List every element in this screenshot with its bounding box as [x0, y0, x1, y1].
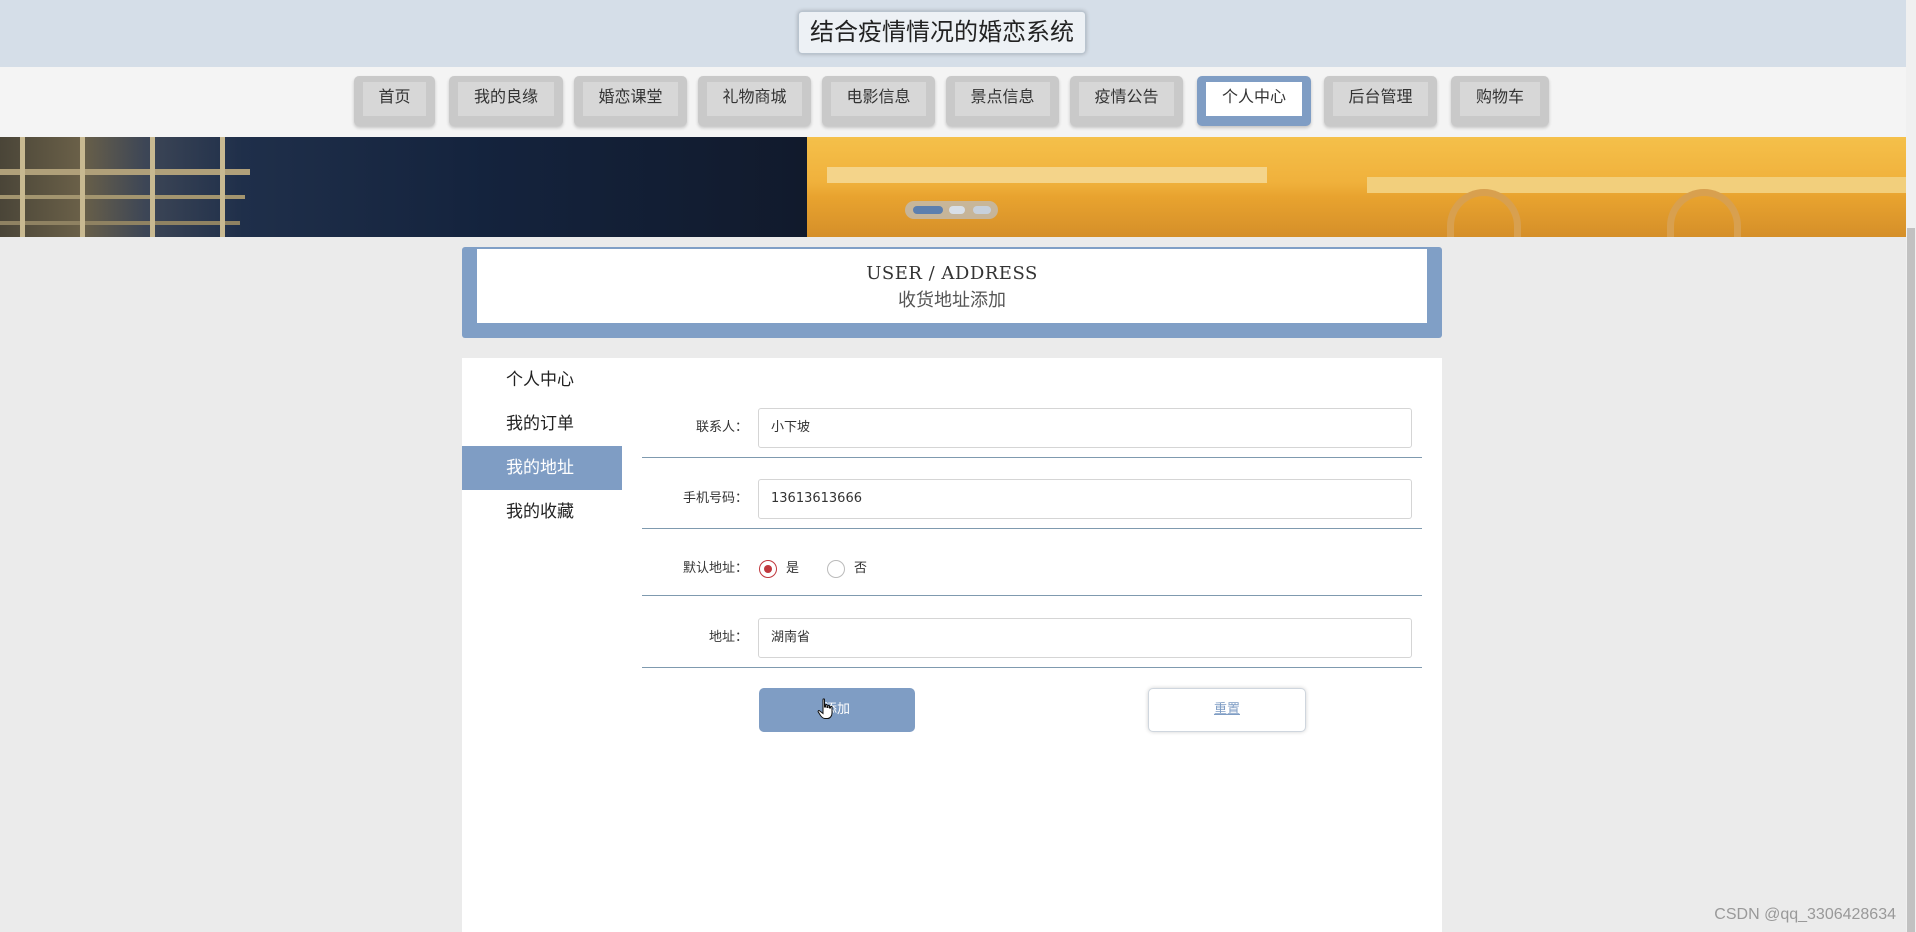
nav-item-attractions[interactable]: 景点信息 — [946, 76, 1059, 126]
default-no-radio[interactable] — [827, 560, 845, 578]
carousel-dot[interactable] — [973, 206, 991, 214]
phone-field[interactable]: 13613613666 — [758, 479, 1412, 519]
contact-field[interactable]: 小下坡 — [758, 408, 1412, 448]
nav-item-announcements[interactable]: 疫情公告 — [1070, 76, 1183, 126]
reset-button[interactable]: 重置 — [1148, 688, 1306, 732]
nav-item-personal-center[interactable]: 个人中心 — [1197, 76, 1311, 126]
form-row-address: 地址： 湖南省 — [642, 618, 1422, 668]
sidebar-item-personal-center[interactable]: 个人中心 — [462, 358, 622, 402]
app-title: 结合疫情情况的婚恋系统 — [798, 11, 1086, 54]
default-label: 默认地址： — [682, 561, 748, 576]
carousel-dot[interactable] — [949, 206, 965, 214]
add-button[interactable]: 添加 — [759, 688, 915, 732]
app-header: 结合疫情情况的婚恋系统 — [0, 0, 1906, 67]
page-scrollbar[interactable] — [1906, 0, 1916, 932]
contact-label: 联系人： — [695, 420, 748, 435]
form-row-phone: 手机号码： 13613613666 — [642, 479, 1422, 529]
nav-item-label: 个人中心 — [1206, 82, 1302, 116]
page-title-panel: USER / ADDRESS 收货地址添加 — [462, 247, 1442, 338]
form-row-contact: 联系人： 小下坡 — [642, 408, 1422, 458]
nav-item-label: 婚恋课堂 — [583, 82, 678, 116]
nav-item-admin[interactable]: 后台管理 — [1324, 76, 1437, 126]
default-yes-radio[interactable] — [759, 560, 777, 578]
carousel-indicators — [905, 201, 998, 219]
nav-item-label: 购物车 — [1460, 82, 1540, 116]
nav-item-label: 疫情公告 — [1079, 82, 1174, 116]
default-no-label: 否 — [854, 561, 868, 576]
default-yes-label: 是 — [786, 561, 800, 576]
banner-image-left — [0, 137, 807, 237]
hand-cursor-icon — [817, 698, 833, 719]
nav-item-gift-shop[interactable]: 礼物商城 — [698, 76, 811, 126]
page-title: 收货地址添加 — [898, 290, 1006, 311]
nav-item-label: 首页 — [363, 82, 426, 116]
watermark: CSDN @qq_3306428634 — [1714, 906, 1896, 923]
nav-item-my-matches[interactable]: 我的良缘 — [449, 76, 563, 126]
address-label: 地址： — [708, 630, 748, 645]
banner-image-right — [807, 137, 1906, 237]
form-row-default: 默认地址： 是 否 — [642, 549, 1422, 596]
nav-item-cart[interactable]: 购物车 — [1451, 76, 1549, 126]
nav-item-courses[interactable]: 婚恋课堂 — [574, 76, 687, 126]
nav-item-home[interactable]: 首页 — [354, 76, 435, 126]
sidebar-item-my-orders[interactable]: 我的订单 — [462, 402, 622, 446]
nav-item-label: 礼物商城 — [707, 82, 802, 116]
sidebar-item-my-favorites[interactable]: 我的收藏 — [462, 490, 622, 534]
nav-item-label: 我的良缘 — [458, 82, 554, 116]
nav-item-label: 电影信息 — [831, 82, 926, 116]
address-field[interactable]: 湖南省 — [758, 618, 1412, 658]
sidebar-item-my-address[interactable]: 我的地址 — [462, 446, 622, 490]
nav-item-label: 后台管理 — [1333, 82, 1428, 116]
content-area: 个人中心 我的订单 我的地址 我的收藏 联系人： 小下坡 手机号码： 13613… — [462, 358, 1442, 932]
scrollbar-thumb[interactable] — [1907, 228, 1915, 932]
nav-item-label: 景点信息 — [955, 82, 1050, 116]
carousel-dot[interactable] — [913, 206, 943, 214]
page-title-en: USER / ADDRESS — [866, 263, 1038, 284]
nav-item-movies[interactable]: 电影信息 — [822, 76, 935, 126]
phone-label: 手机号码： — [682, 491, 748, 506]
banner-carousel — [0, 137, 1906, 237]
main-nav: 首页 我的良缘 婚恋课堂 礼物商城 电影信息 景点信息 疫情公告 个人中心 后台… — [0, 67, 1906, 137]
